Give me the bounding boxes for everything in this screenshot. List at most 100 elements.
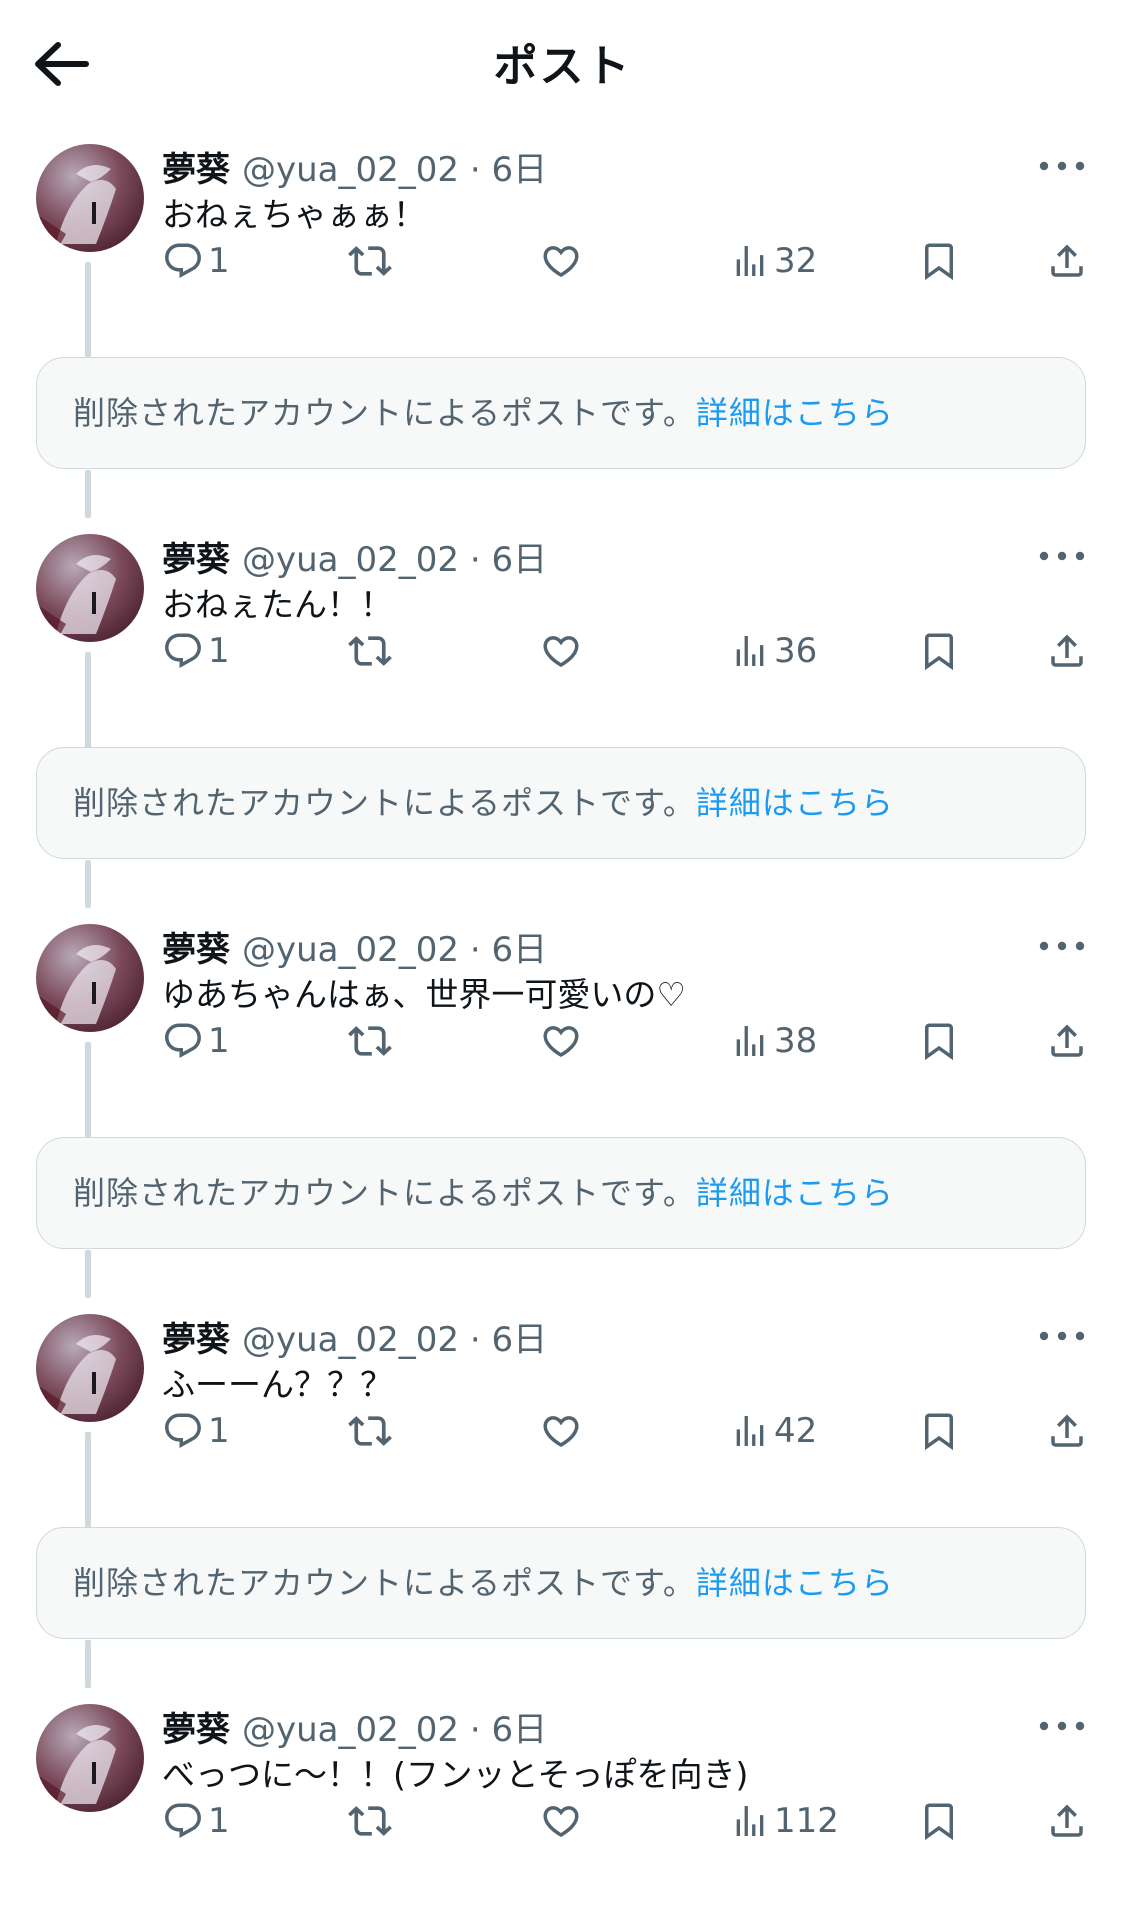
more-button[interactable]	[1036, 1712, 1088, 1740]
bookmark-button[interactable]	[918, 236, 960, 286]
bookmark-button[interactable]	[918, 1796, 960, 1846]
details-link[interactable]: 詳細はこちら	[696, 394, 894, 432]
deleted-post-notice: 削除されたアカウントによるポストです。詳細はこちら	[36, 1137, 1086, 1249]
avatar[interactable]	[36, 924, 144, 1032]
bookmark-button[interactable]	[918, 1406, 960, 1456]
timestamp[interactable]: 6日	[491, 540, 547, 580]
timestamp[interactable]: 6日	[491, 1710, 547, 1750]
like-button[interactable]	[540, 1796, 582, 1846]
display-name[interactable]: 夢葵	[162, 150, 230, 190]
user-handle[interactable]: @yua_02_02	[242, 540, 459, 580]
retweet-icon	[348, 1026, 392, 1056]
reply-button[interactable]: 1	[162, 1796, 230, 1846]
share-button[interactable]	[1046, 236, 1088, 286]
timestamp[interactable]: 6日	[491, 1320, 547, 1360]
separator-dot: ·	[459, 930, 492, 970]
tweet-header: 夢葵 @yua_02_02 · 6日	[162, 142, 547, 191]
share-button[interactable]	[1046, 1796, 1088, 1846]
display-name[interactable]: 夢葵	[162, 1710, 230, 1750]
details-link[interactable]: 詳細はこちら	[696, 784, 894, 822]
more-icon	[1039, 1721, 1085, 1731]
avatar[interactable]	[36, 534, 144, 642]
details-link[interactable]: 詳細はこちら	[696, 1174, 894, 1212]
retweet-button[interactable]	[348, 1406, 392, 1456]
retweet-button[interactable]	[348, 236, 392, 286]
avatar[interactable]	[36, 144, 144, 252]
reply-icon	[165, 1023, 201, 1058]
reply-count: 1	[208, 1801, 230, 1841]
details-link[interactable]: 詳細はこちら	[696, 1564, 894, 1602]
views-count: 38	[774, 1021, 818, 1061]
deleted-post-text: 削除されたアカウントによるポストです。	[73, 394, 696, 432]
like-button[interactable]	[540, 1016, 582, 1066]
deleted-post-notice: 削除されたアカウントによるポストです。詳細はこちら	[36, 1527, 1086, 1639]
reply-button[interactable]: 1	[162, 626, 230, 676]
share-button[interactable]	[1046, 1406, 1088, 1456]
top-bar: ポスト	[0, 0, 1125, 128]
tweet[interactable]: 夢葵 @yua_02_02 · 6日 おねぇちゃぁぁ！ 1 32	[0, 130, 1125, 360]
views-count: 36	[774, 631, 818, 671]
tweet[interactable]: 夢葵 @yua_02_02 · 6日 ゆあちゃんはぁ、世界一可愛いの♡ 1 38	[0, 910, 1125, 1140]
views-button[interactable]: 36	[730, 626, 817, 676]
avatar[interactable]	[36, 1704, 144, 1812]
more-icon	[1039, 941, 1085, 951]
reply-button[interactable]: 1	[162, 1406, 230, 1456]
tweet[interactable]: 夢葵 @yua_02_02 · 6日 ふーーん？？？ 1 42	[0, 1300, 1125, 1530]
more-button[interactable]	[1036, 932, 1088, 960]
views-button[interactable]: 112	[730, 1796, 839, 1846]
user-handle[interactable]: @yua_02_02	[242, 930, 459, 970]
display-name[interactable]: 夢葵	[162, 930, 230, 970]
more-button[interactable]	[1036, 1322, 1088, 1350]
deleted-post-notice: 削除されたアカウントによるポストです。詳細はこちら	[36, 747, 1086, 859]
share-button[interactable]	[1046, 626, 1088, 676]
user-handle[interactable]: @yua_02_02	[242, 1710, 459, 1750]
avatar[interactable]	[36, 1314, 144, 1422]
retweet-button[interactable]	[348, 1796, 392, 1846]
more-button[interactable]	[1036, 152, 1088, 180]
like-button[interactable]	[540, 236, 582, 286]
tweet-header: 夢葵 @yua_02_02 · 6日	[162, 922, 547, 971]
like-button[interactable]	[540, 1406, 582, 1456]
tweet-text: ふーーん？？？	[162, 1365, 393, 1404]
deleted-post-message: 削除されたアカウントによるポストです。詳細はこちら	[73, 1168, 894, 1214]
timestamp[interactable]: 6日	[491, 930, 547, 970]
like-icon	[543, 1806, 579, 1838]
views-icon	[736, 1416, 764, 1446]
views-button[interactable]: 42	[730, 1406, 817, 1456]
more-button[interactable]	[1036, 542, 1088, 570]
tweet[interactable]: 夢葵 @yua_02_02 · 6日 おねぇたん！！ 1 36	[0, 520, 1125, 750]
display-name[interactable]: 夢葵	[162, 1320, 230, 1360]
tweet[interactable]: 夢葵 @yua_02_02 · 6日 べっつに〜！！(フンッとそっぽを向き) 1 …	[0, 1690, 1125, 1920]
display-name[interactable]: 夢葵	[162, 540, 230, 580]
bookmark-button[interactable]	[918, 1016, 960, 1066]
views-icon	[736, 246, 764, 276]
timestamp[interactable]: 6日	[491, 150, 547, 190]
user-handle[interactable]: @yua_02_02	[242, 1320, 459, 1360]
separator-dot: ·	[459, 150, 492, 190]
like-icon	[543, 636, 579, 668]
retweet-button[interactable]	[348, 1016, 392, 1066]
share-icon	[1051, 1024, 1083, 1057]
reply-button[interactable]: 1	[162, 236, 230, 286]
views-button[interactable]: 32	[730, 236, 817, 286]
tweet-header: 夢葵 @yua_02_02 · 6日	[162, 1702, 547, 1751]
deleted-post-text: 削除されたアカウントによるポストです。	[73, 1174, 696, 1212]
deleted-post-text: 削除されたアカウントによるポストです。	[73, 784, 696, 822]
user-handle[interactable]: @yua_02_02	[242, 150, 459, 190]
reply-button[interactable]: 1	[162, 1016, 230, 1066]
like-icon	[543, 1026, 579, 1058]
like-button[interactable]	[540, 626, 582, 676]
tweet-text: べっつに〜！！(フンッとそっぽを向き)	[162, 1755, 749, 1794]
bookmark-button[interactable]	[918, 626, 960, 676]
share-icon	[1051, 1414, 1083, 1447]
views-count: 112	[774, 1801, 839, 1841]
deleted-post-message: 削除されたアカウントによるポストです。詳細はこちら	[73, 778, 894, 824]
share-button[interactable]	[1046, 1016, 1088, 1066]
more-icon	[1039, 1331, 1085, 1341]
thread-connector	[85, 860, 91, 908]
share-icon	[1051, 634, 1083, 667]
reply-count: 1	[208, 1021, 230, 1061]
views-button[interactable]: 38	[730, 1016, 817, 1066]
separator-dot: ·	[459, 1710, 492, 1750]
retweet-button[interactable]	[348, 626, 392, 676]
